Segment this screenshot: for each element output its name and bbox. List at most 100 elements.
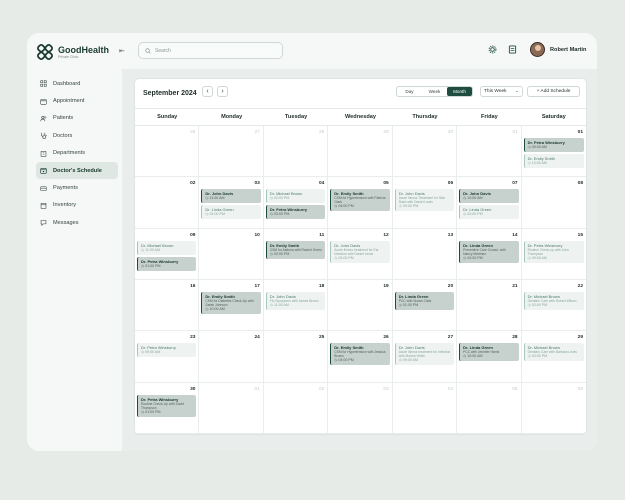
user-menu[interactable]: Robert Martin xyxy=(530,42,586,57)
notes-icon[interactable] xyxy=(508,45,517,54)
day-cell[interactable]: 07 Dr. John Davis ◷ 10:00 AM Dr. Linda Gree… xyxy=(457,177,522,229)
day-cell[interactable]: 03 xyxy=(328,382,393,434)
day-cell[interactable]: 21 xyxy=(457,279,522,332)
day-cell[interactable]: 17 Dr. Emily Smith CSM for Diabetes Check-… xyxy=(199,279,264,332)
brand-logo[interactable]: GoodHealth Private Clinic xyxy=(36,43,109,61)
schedule-event[interactable]: Dr. Petra Winsburry ◷ 01:00 PM xyxy=(137,256,197,271)
schedule-event[interactable]: Dr. Emily Smith CSM for Hypertension with… xyxy=(330,343,390,366)
month-grid: 26 27 28 29 30 31 01 Dr. Petra Winsburry ◷ 09:00… xyxy=(135,126,586,434)
view-day-button[interactable]: Day xyxy=(397,87,422,96)
day-number: 04 xyxy=(318,181,325,187)
schedule-event[interactable]: Dr. Michael Brown Geriatric Care with Rob… xyxy=(523,291,584,310)
schedule-event[interactable]: Dr. John Davis ◷ 10:00 AM xyxy=(459,189,519,204)
schedule-event[interactable]: Dr. John Davis Acute Illness treatment fo… xyxy=(330,240,390,263)
day-cell[interactable]: 01 Dr. Petra Winsburry ◷ 09:00 AM Dr. Emily… xyxy=(521,126,586,178)
day-cell[interactable]: 02 xyxy=(263,382,329,434)
day-cell[interactable]: 01 xyxy=(199,382,264,434)
search-input[interactable]: Search xyxy=(138,42,283,59)
schedule-event[interactable]: Dr. Linda Green PCC with Jennifer Harris ◷… xyxy=(459,343,519,362)
day-cell[interactable]: 27 Dr. John Davis Acute Illness treatment … xyxy=(392,331,458,383)
view-month-button[interactable]: Month xyxy=(447,87,472,96)
day-cell[interactable]: 28 xyxy=(263,126,329,178)
day-cell[interactable]: 31 xyxy=(457,126,522,178)
day-cell[interactable]: 06 xyxy=(521,383,586,434)
day-cell[interactable]: 11 Dr. Emily Smith CSM for Asthma with Rac… xyxy=(263,228,329,280)
event-description: Acute Illness Treatment for Skin Rash wi… xyxy=(398,196,446,205)
brand-subtitle: Private Clinic xyxy=(58,54,79,59)
range-select[interactable]: This Week ⌄ xyxy=(480,86,523,97)
schedule-event[interactable]: Dr. Petra Winsburry ◷ 09:00 AM xyxy=(523,138,584,152)
schedule-event[interactable]: Dr. Linda Green PCC with Susan Clark ◷ 01:… xyxy=(394,291,455,310)
day-cell[interactable]: 19 xyxy=(328,279,393,332)
day-cell[interactable]: 29 xyxy=(328,126,393,178)
next-month-button[interactable]: › xyxy=(217,86,228,97)
schedule-event[interactable]: Dr. Emily Smith ◷ 10:00 AM xyxy=(523,154,584,168)
schedule-event[interactable]: Dr. Petra Winsburry Routine Check-up with… xyxy=(523,240,584,263)
view-week-button[interactable]: Week xyxy=(422,87,447,96)
schedule-event[interactable]: Dr. Emily Smith CSM for Diabetes Check-Up… xyxy=(201,291,261,314)
schedule-event[interactable]: Dr. John Davis Flu Symptoms with James Br… xyxy=(265,291,326,310)
day-cell[interactable]: 03 Dr. John Davis ◷ 11:00 AM Dr. Linda Gree… xyxy=(199,177,264,229)
day-cell[interactable]: 05 xyxy=(457,382,522,434)
day-cell[interactable]: 18 Dr. John Davis Flu Symptoms with James … xyxy=(263,279,329,332)
schedule-event[interactable]: Dr. John Davis Acute Illness treatment fo… xyxy=(394,343,455,366)
day-cell[interactable]: 08 xyxy=(521,177,586,229)
schedule-event[interactable]: Dr. Linda Green ◷ 01:00 PM xyxy=(201,205,261,220)
day-cell[interactable]: 25 xyxy=(263,331,329,383)
day-cell[interactable]: 04 Dr. Michael Brown ◷ 02:00 PM Dr. Petra W… xyxy=(263,177,329,229)
sidebar-item-patients[interactable]: Patients xyxy=(36,110,118,127)
schedule-event[interactable]: Dr. Emily Smith CSM for Hypertension with… xyxy=(330,189,390,212)
day-cell[interactable]: 24 xyxy=(199,331,264,383)
day-cell[interactable]: 30 Dr. Petra Winsburry Routine Check-Up wi… xyxy=(135,382,200,434)
day-cell[interactable]: 10 xyxy=(199,228,264,280)
day-cell[interactable]: 05 Dr. Emily Smith CSM for Hypertension wi… xyxy=(328,177,393,229)
day-cell[interactable]: 06 Dr. John Davis Acute Illness Treatment … xyxy=(392,177,458,229)
day-cell[interactable]: 14 Dr. Linda Green Preventive Care Consul.… xyxy=(457,228,522,280)
day-cell[interactable]: 29 Dr. Michael Brown Geriatric Care with B… xyxy=(521,331,586,383)
schedule-event[interactable]: Dr. Michael Brown Geriatric Care with Bar… xyxy=(523,343,584,362)
sidebar-item-doctor-s-schedule[interactable]: Doctor's Schedule xyxy=(36,161,118,180)
schedule-event[interactable]: Dr. Petra Winsburry ◷ 09:00 AM xyxy=(137,343,197,358)
schedule-event[interactable]: Dr. Linda Green ◷ 02:00 PM xyxy=(459,205,519,220)
event-time: 03:00 PM xyxy=(273,212,290,217)
day-number: 10 xyxy=(254,232,260,238)
day-cell[interactable]: 26 xyxy=(135,126,200,178)
sidebar-item-dashboard[interactable]: Dashboard xyxy=(36,75,118,92)
sidebar-item-inventory[interactable]: Inventory xyxy=(36,197,118,214)
schedule-event[interactable]: Dr. Linda Green Preventive Care Consul. w… xyxy=(459,240,519,263)
day-number: 05 xyxy=(512,386,518,392)
sidebar-item-departments[interactable]: Departments xyxy=(36,145,118,162)
sidebar-item-messages[interactable]: Messages xyxy=(36,214,118,231)
day-cell[interactable]: 20 Dr. Linda Green PCC with Susan Clark ◷ 0… xyxy=(392,279,458,332)
range-select-value: This Week xyxy=(484,89,507,94)
day-cell[interactable]: 04 xyxy=(392,382,458,434)
brand-name: GoodHealth xyxy=(58,44,109,55)
schedule-event[interactable]: Dr. Petra Winsburry Routine Check-Up with… xyxy=(137,394,197,417)
schedule-event[interactable]: Dr. Emily Smith CSM for Asthma with Rache… xyxy=(265,240,326,259)
day-cell[interactable]: 22 Dr. Michael Brown Geriatric Care with R… xyxy=(521,280,586,332)
day-cell[interactable]: 23 Dr. Petra Winsburry ◷ 09:00 AM xyxy=(135,331,200,383)
day-cell[interactable]: 27 xyxy=(199,126,264,178)
schedule-event[interactable]: Dr. John Davis Acute Illness Treatment fo… xyxy=(394,189,455,212)
sidebar-item-appointment[interactable]: Appointment xyxy=(36,92,118,109)
day-cell[interactable]: 09 Dr. Michael Brown ◷ 11:00 AM Dr. Petra W… xyxy=(135,228,200,280)
day-cell[interactable]: 12 Dr. John Davis Acute Illness treatment … xyxy=(328,228,393,280)
day-cell[interactable]: 15 Dr. Petra Winsburry Routine Check-up wi… xyxy=(521,229,586,280)
schedule-event[interactable]: Dr. Petra Winsburry ◷ 03:00 PM xyxy=(265,205,326,220)
settings-gear-icon[interactable] xyxy=(488,45,497,54)
day-cell[interactable]: 13 xyxy=(392,228,458,280)
day-cell[interactable]: 26 Dr. Emily Smith CSM for Hypertension wi… xyxy=(328,331,393,383)
day-cell[interactable]: 02 xyxy=(135,177,200,229)
schedule-event[interactable]: Dr. Michael Brown ◷ 02:00 PM xyxy=(265,189,326,204)
sidebar-item-doctors[interactable]: Doctors xyxy=(36,127,118,144)
add-schedule-button[interactable]: + Add Schedule xyxy=(527,86,580,97)
day-cell[interactable]: 30 xyxy=(392,126,458,178)
sidebar-item-payments[interactable]: Payments xyxy=(36,179,118,196)
day-cell[interactable]: 28 Dr. Linda Green PCC with Jennifer Harri… xyxy=(457,331,522,383)
day-cell[interactable]: 16 xyxy=(135,279,200,332)
sidebar-item-label: Payments xyxy=(53,185,78,192)
schedule-event[interactable]: Dr. Michael Brown ◷ 11:00 AM xyxy=(137,240,197,255)
prev-month-button[interactable]: ‹ xyxy=(202,86,213,97)
day-number: 12 xyxy=(383,232,389,238)
schedule-event[interactable]: Dr. John Davis ◷ 11:00 AM xyxy=(201,189,261,204)
